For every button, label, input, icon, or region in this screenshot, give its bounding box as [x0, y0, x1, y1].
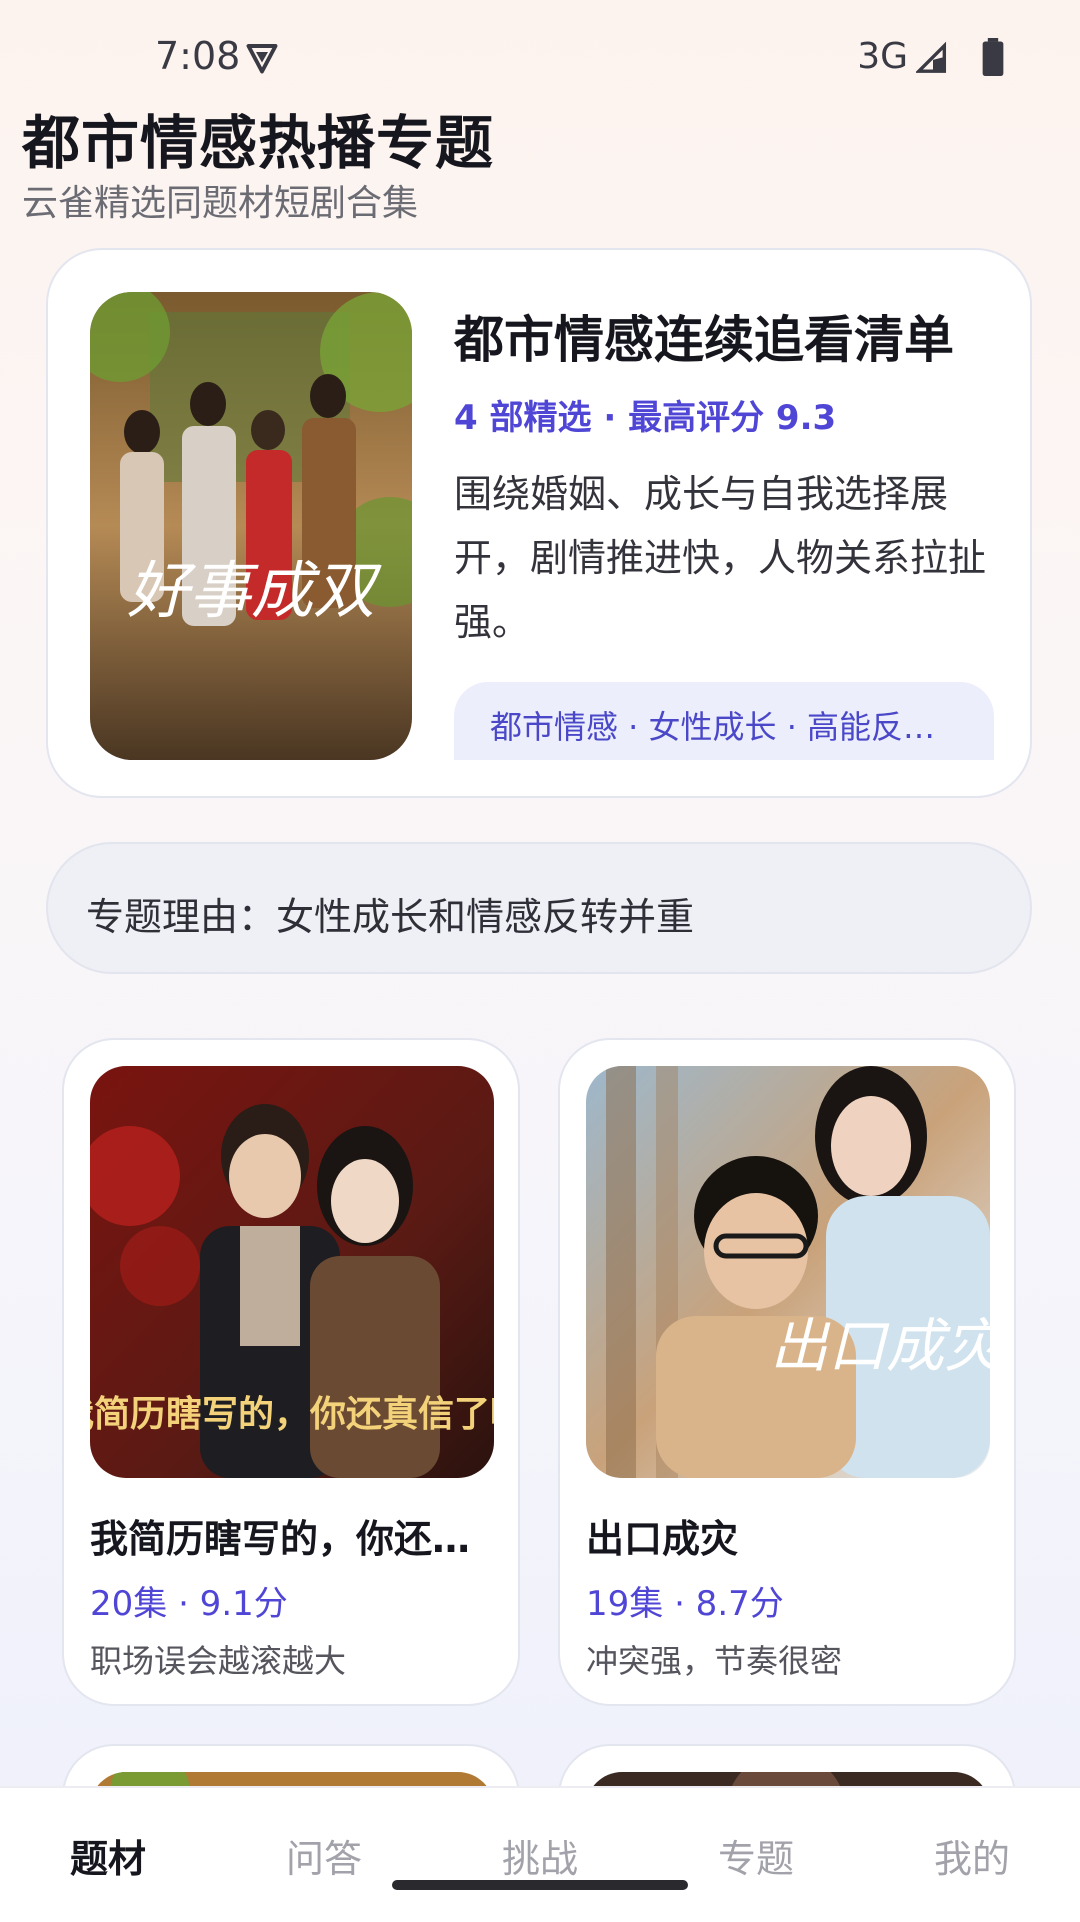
network-type: 3G — [857, 36, 908, 77]
signal-icon — [916, 41, 947, 73]
drama-title: 出口成灾 — [586, 1517, 739, 1561]
feature-title: 都市情感连续追看清单 — [454, 311, 954, 369]
home-indicator[interactable] — [392, 1880, 688, 1890]
bottom-nav: 题材 问答 挑战 专题 我的 — [0, 1786, 1080, 1922]
feature-tags: 都市情感 · 女性成长 · 高能反转… — [454, 682, 994, 760]
drama-card[interactable]: 出口成灾 出口成灾 19集 · 8.7分 冲突强，节奏很密 — [558, 1038, 1016, 1706]
page-title: 都市情感热播专题 — [22, 109, 495, 177]
drama-note: 冲突强，节奏很密 — [586, 1642, 843, 1680]
feature-poster-image: 好事成双 — [90, 292, 412, 760]
drama-poster-image: 出口成灾 — [586, 1066, 990, 1478]
feature-card[interactable]: 好事成双 都市情感连续追看清单 4 部精选 · 最高评分 9.3 围绕婚姻、成长… — [46, 248, 1032, 798]
battery-icon — [982, 38, 1004, 76]
drama-poster-title: 我简历瞎写的，你还真信了啊 — [90, 1393, 494, 1435]
feature-description: 围绕婚姻、成长与自我选择展开，剧情推进快，人物关系拉扯强。 — [454, 472, 987, 644]
status-bar: 7:08 3G — [0, 0, 1080, 100]
drama-card[interactable]: 我简历瞎写的，你还真信了啊 我简历瞎写的，你还真信了啊 20集 · 9.1分 职… — [62, 1038, 520, 1706]
topic-reason: 专题理由：女性成长和情感反转并重 — [46, 842, 1032, 974]
feature-poster-title: 好事成双 — [127, 554, 382, 627]
drama-meta: 19集 · 8.7分 — [586, 1584, 784, 1624]
nav-tab-mine[interactable]: 我的 — [864, 1828, 1080, 1883]
page-subtitle: 云雀精选同题材短剧合集 — [22, 183, 419, 224]
status-time: 7:08 — [155, 34, 241, 78]
drama-meta: 20集 · 9.1分 — [90, 1584, 288, 1624]
nav-tab-topics[interactable]: 题材 — [0, 1828, 216, 1883]
topic-reason-text: 专题理由：女性成长和情感反转并重 — [86, 895, 695, 939]
drama-title: 我简历瞎写的，你还真信了啊 — [90, 1517, 494, 1561]
feature-meta: 4 部精选 · 最高评分 9.3 — [454, 398, 837, 438]
nav-tab-qa[interactable]: 问答 — [216, 1828, 432, 1883]
drama-poster-title: 出口成灾 — [770, 1312, 990, 1380]
drama-poster-image: 我简历瞎写的，你还真信了啊 — [90, 1066, 494, 1478]
nav-tab-challenge[interactable]: 挑战 — [432, 1828, 648, 1883]
vpn-shield-icon — [246, 44, 278, 74]
nav-tab-specials[interactable]: 专题 — [648, 1828, 864, 1883]
drama-note: 职场误会越滚越大 — [90, 1642, 347, 1680]
